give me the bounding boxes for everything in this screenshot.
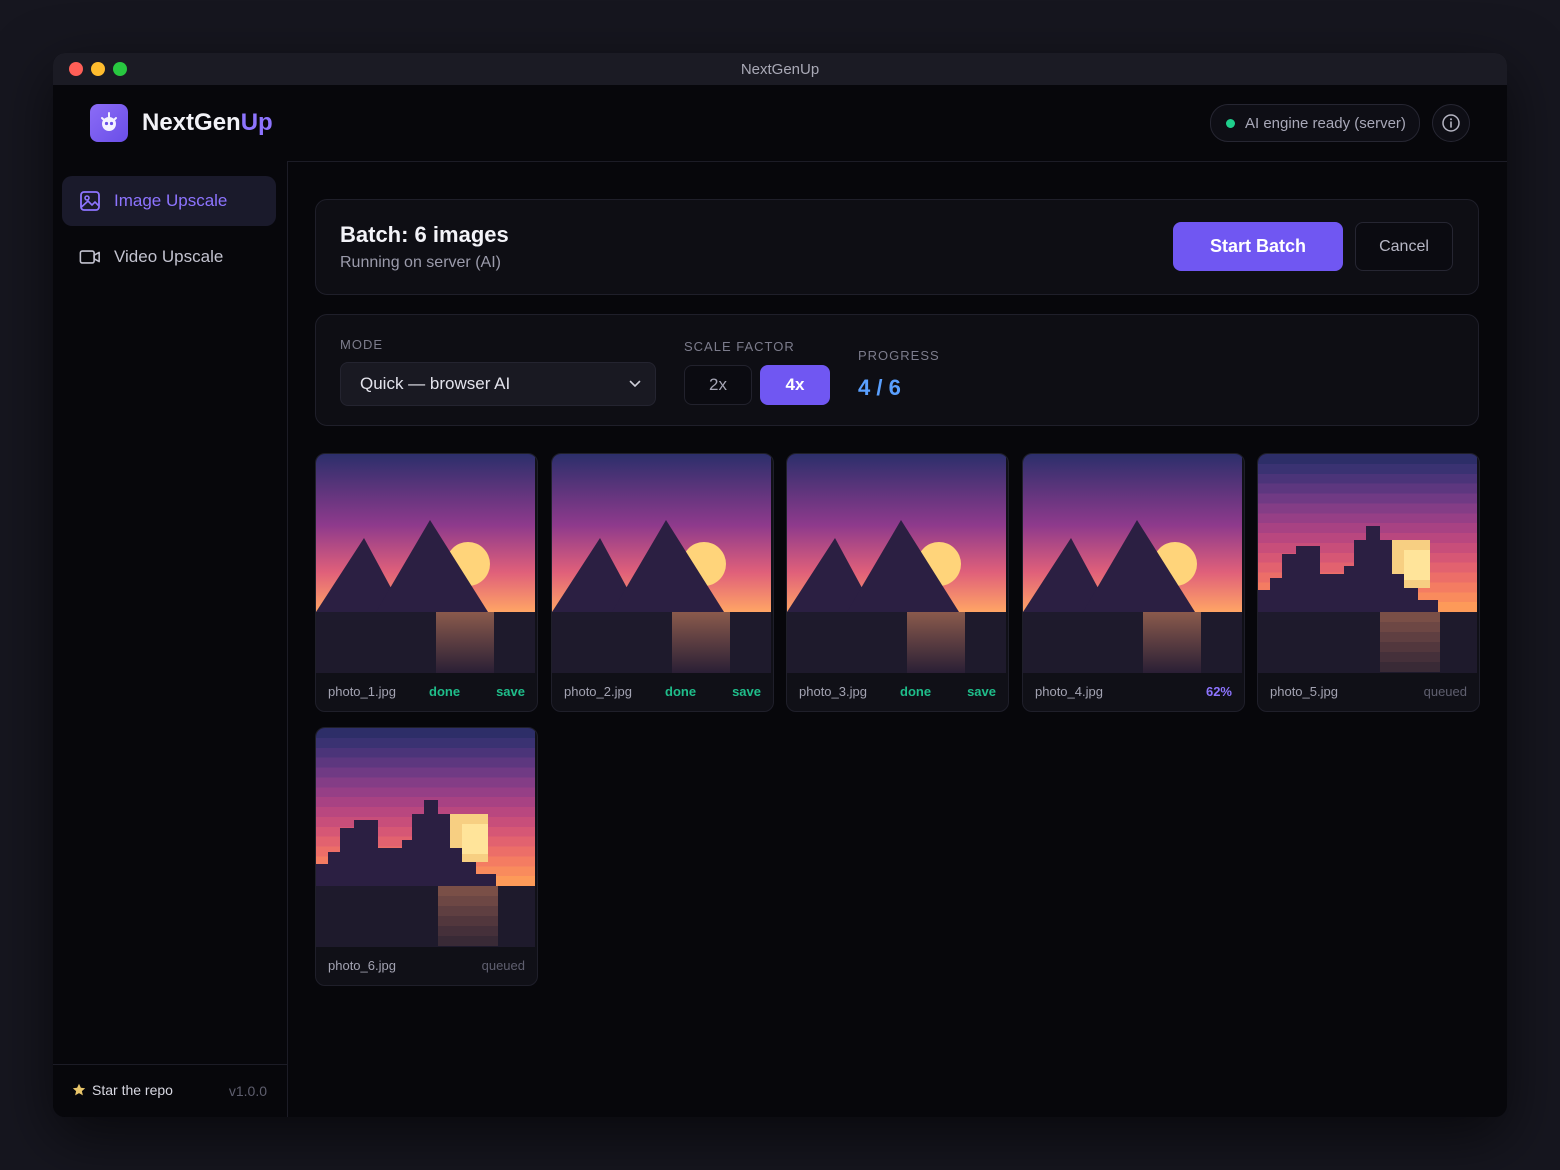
- image-filename: photo_4.jpg: [1035, 684, 1103, 699]
- mode-label: MODE: [340, 337, 383, 352]
- cancel-button[interactable]: Cancel: [1355, 222, 1453, 271]
- save-button[interactable]: save: [967, 684, 996, 699]
- image-card[interactable]: photo_4.jpg 62%: [1022, 453, 1245, 712]
- scale-2x-button[interactable]: 2x: [684, 365, 752, 405]
- image-card-meta: photo_4.jpg 62%: [1023, 673, 1244, 711]
- image-card-meta: photo_2.jpg done save: [552, 673, 773, 711]
- image-card-meta: photo_1.jpg done save: [316, 673, 537, 711]
- image-status: queued: [481, 958, 525, 973]
- batch-title: Batch: 6 images: [340, 222, 509, 247]
- title-bar: NextGenUp: [53, 53, 1507, 85]
- image-card[interactable]: photo_6.jpg queued: [315, 727, 538, 986]
- sidebar: Image Upscale Video Upscale Star the rep…: [53, 161, 288, 1117]
- image-filename: photo_2.jpg: [564, 684, 632, 699]
- image-status: done: [900, 684, 932, 699]
- scale-factor-label: SCALE FACTOR: [684, 339, 795, 354]
- brand-name: NextGenUp: [142, 109, 273, 137]
- image-filename: photo_1.jpg: [328, 684, 396, 699]
- engine-status-badge: AI engine ready (server): [1210, 104, 1420, 142]
- scale-4x-button[interactable]: 4x: [760, 365, 830, 405]
- sidebar-footer: Star the repo v1.0.0: [53, 1064, 287, 1117]
- image-card[interactable]: photo_3.jpg done save: [786, 453, 1009, 712]
- save-button[interactable]: save: [732, 684, 761, 699]
- image-filename: photo_6.jpg: [328, 958, 396, 973]
- save-button[interactable]: save: [496, 684, 525, 699]
- image-card[interactable]: photo_2.jpg done save: [551, 453, 774, 712]
- info-icon: [1442, 114, 1460, 132]
- batch-subtitle: Running on server (AI): [340, 254, 501, 271]
- sidebar-item-label: Video Upscale: [114, 247, 224, 266]
- status-dot-icon: [1226, 118, 1235, 128]
- info-button[interactable]: [1432, 104, 1470, 142]
- close-window-button[interactable]: [69, 62, 83, 76]
- app-logo-icon: [90, 104, 128, 142]
- app-header: NextGenUp AI engine ready (server): [53, 85, 1507, 162]
- image-card[interactable]: photo_1.jpg done save: [315, 453, 538, 712]
- image-status: done: [665, 684, 697, 699]
- sidebar-item-label: Image Upscale: [114, 191, 228, 210]
- image-status: queued: [1423, 684, 1467, 699]
- image-thumbnail: [1023, 454, 1242, 673]
- image-thumbnail: [316, 454, 535, 673]
- mode-select[interactable]: Quick — browser AI: [340, 362, 656, 406]
- image-card-meta: photo_6.jpg queued: [316, 947, 537, 985]
- brand-name-main: NextGen: [142, 109, 241, 136]
- controls-panel: MODE Quick — browser AI SCALE FACTOR 2x …: [315, 314, 1479, 426]
- progress-label: PROGRESS: [858, 348, 940, 363]
- batch-panel: Batch: 6 images Running on server (AI) S…: [315, 199, 1479, 295]
- sidebar-item-video-upscale[interactable]: Video Upscale: [62, 232, 276, 282]
- start-batch-button[interactable]: Start Batch: [1173, 222, 1343, 271]
- mode-select-value: Quick — browser AI: [360, 374, 511, 393]
- image-filename: photo_3.jpg: [799, 684, 867, 699]
- star-repo-label: Star the repo: [92, 1082, 173, 1098]
- image-card-meta: photo_3.jpg done save: [787, 673, 1008, 711]
- video-camera-icon: [79, 246, 101, 268]
- image-status: done: [429, 684, 461, 699]
- image-thumbnail: [1258, 454, 1477, 673]
- image-card[interactable]: photo_5.jpg queued: [1257, 453, 1480, 712]
- image-filename: photo_5.jpg: [1270, 684, 1338, 699]
- image-icon: [79, 190, 101, 212]
- window-controls: [69, 62, 127, 76]
- sidebar-item-image-upscale[interactable]: Image Upscale: [62, 176, 276, 226]
- brand-name-accent: Up: [240, 109, 273, 136]
- image-thumbnail: [787, 454, 1006, 673]
- engine-status-label: AI engine ready (server): [1245, 114, 1406, 132]
- minimize-window-button[interactable]: [91, 62, 105, 76]
- star-repo-link[interactable]: Star the repo: [72, 1082, 173, 1098]
- version-label: v1.0.0: [228, 1083, 267, 1099]
- app-window: NextGenUp NextGenUp AI engine ready (ser…: [53, 53, 1507, 1117]
- chevron-down-icon: [629, 380, 641, 388]
- maximize-window-button[interactable]: [113, 62, 127, 76]
- image-card-meta: photo_5.jpg queued: [1258, 673, 1479, 711]
- image-status: 62%: [1205, 684, 1232, 699]
- star-icon: [72, 1083, 86, 1096]
- progress-value: 4 / 6: [858, 375, 901, 400]
- image-thumbnail: [552, 454, 771, 673]
- window-title: NextGenUp: [740, 60, 820, 78]
- image-thumbnail: [316, 728, 535, 947]
